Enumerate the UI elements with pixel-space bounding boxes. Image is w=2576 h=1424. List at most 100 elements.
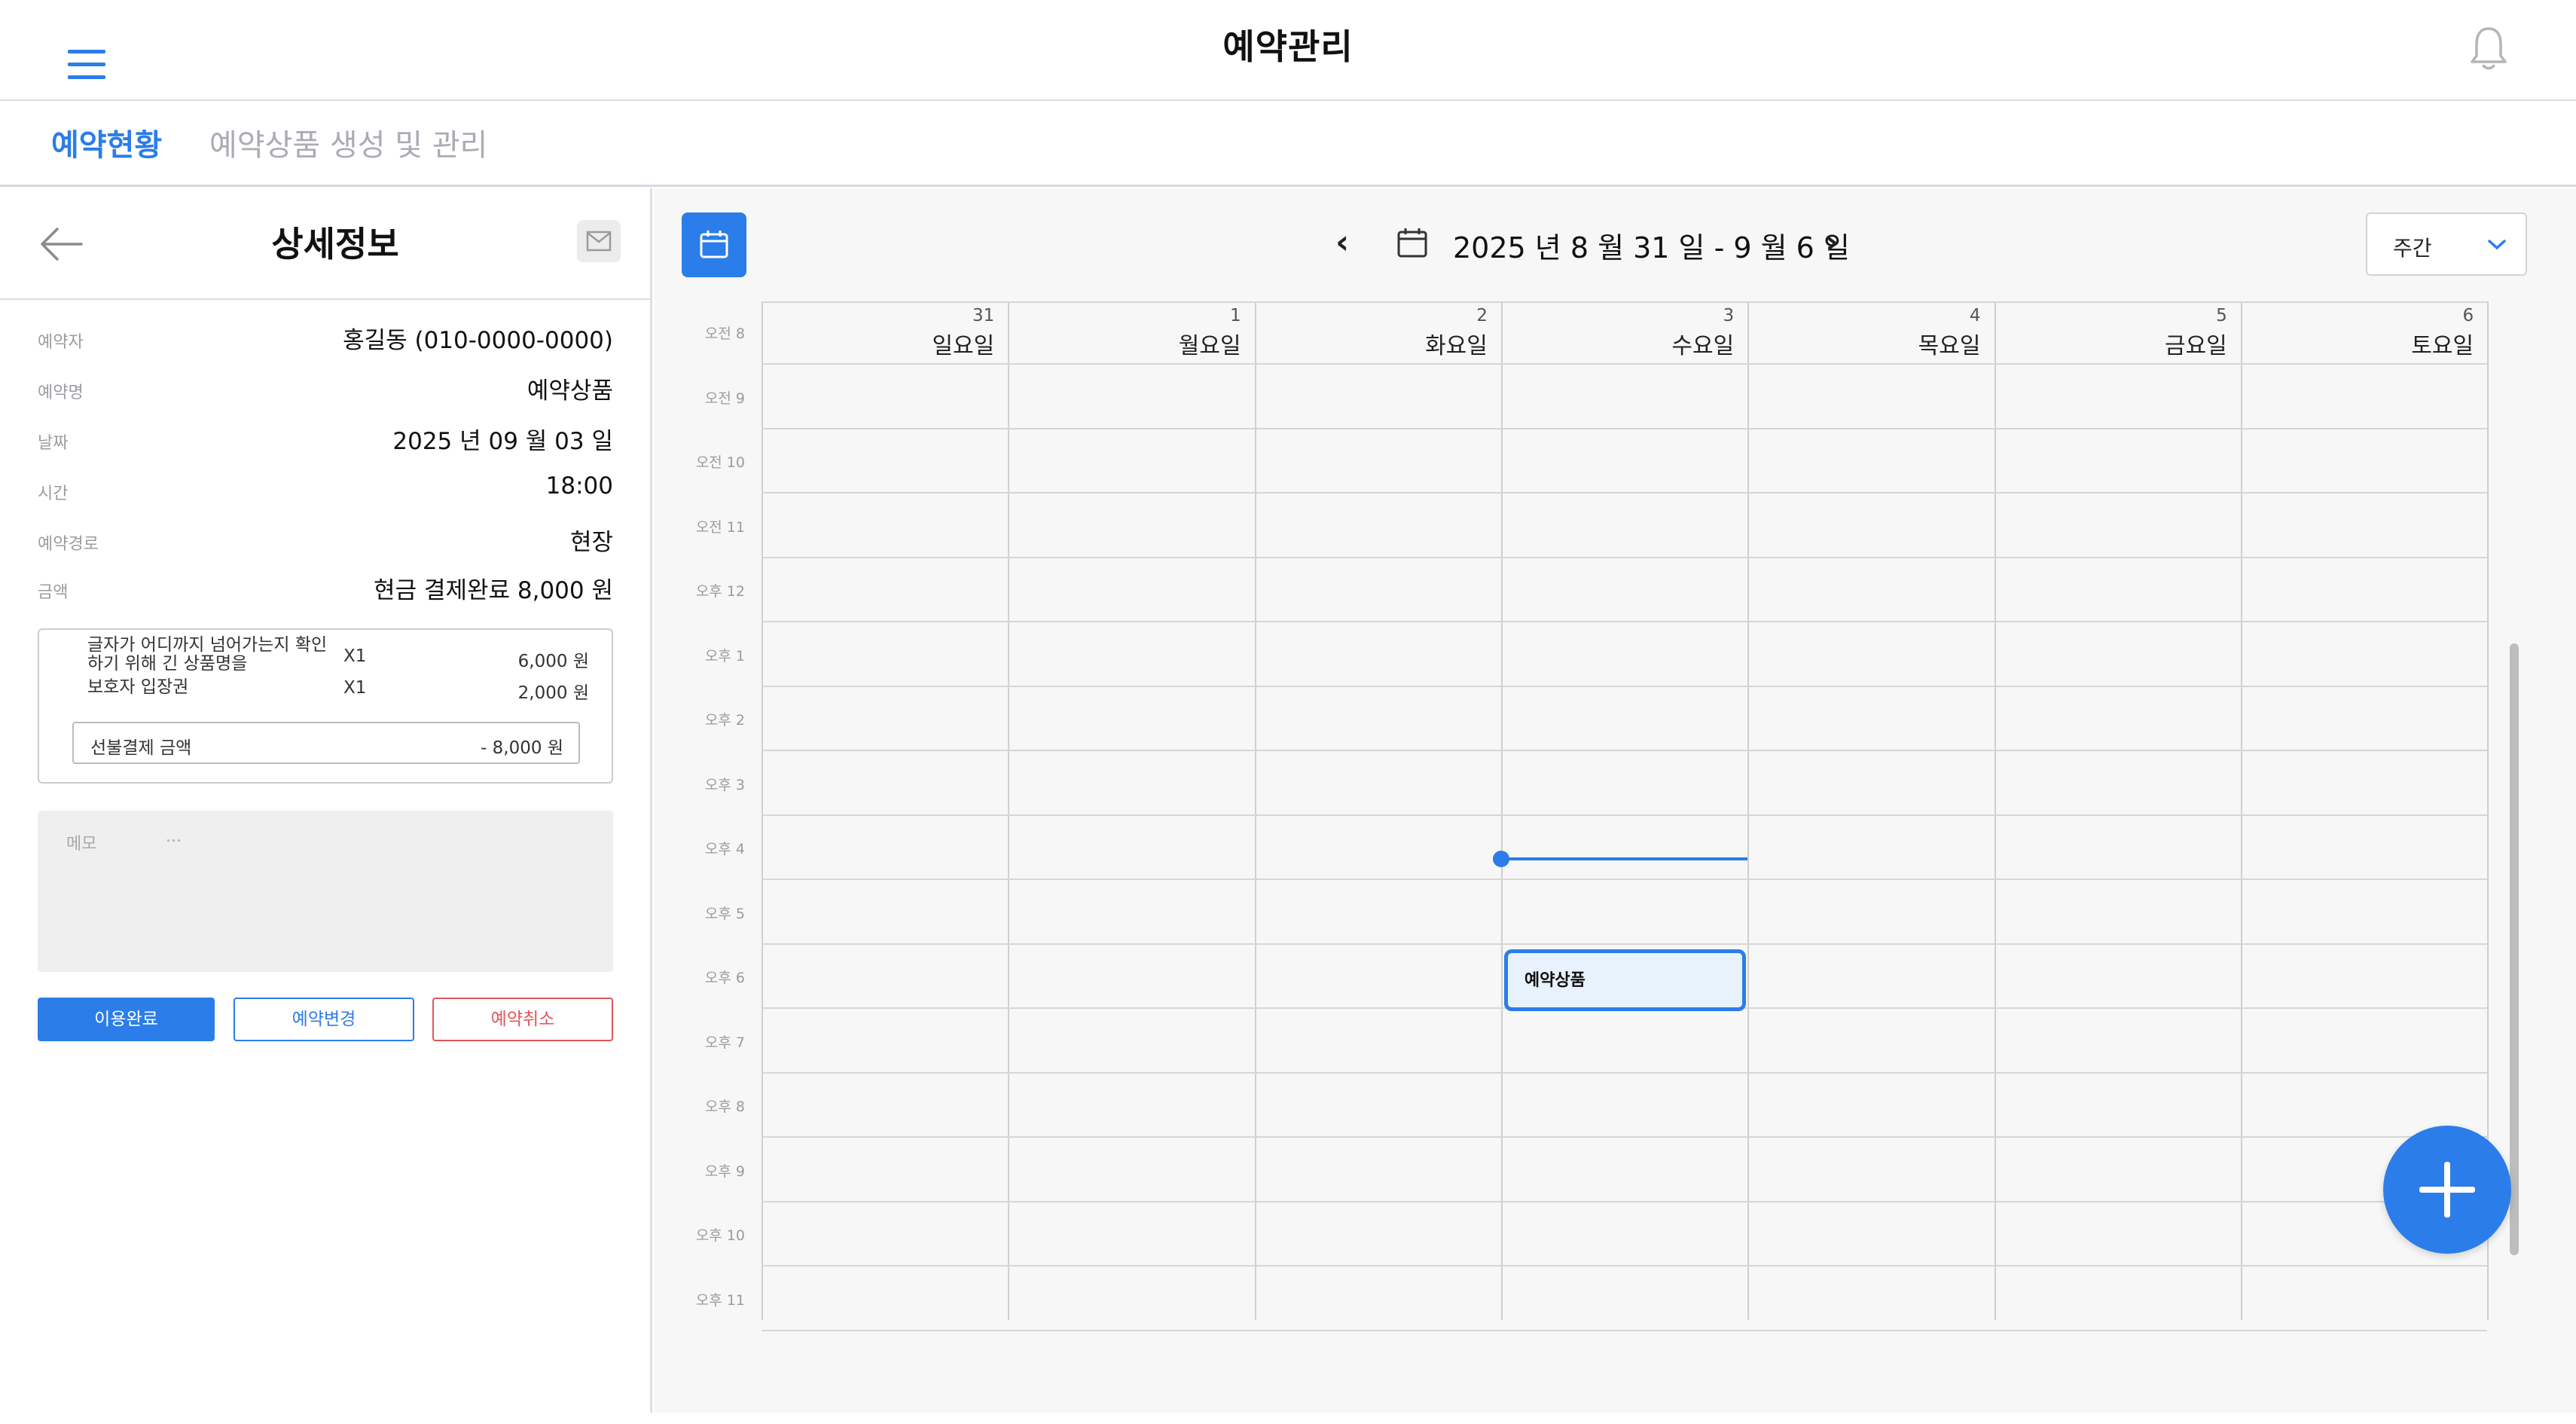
grid-row-line [762,750,2487,751]
info-value: 18:00 [545,472,613,500]
view-mode-select[interactable]: 주간 [2366,212,2527,276]
grid-row-line [762,1265,2487,1267]
tab-product-management[interactable]: 예약상품 생성 및 관리 [209,121,487,164]
time-label: 오후 2 [704,712,745,729]
info-label: 시간 [38,484,69,503]
day-number: 5 [2216,306,2227,325]
scrollbar-thumb[interactable] [2510,643,2519,1255]
week-range[interactable]: 2025 년 8 월 31 일 - 9 월 6 일 [1453,225,1850,266]
memo-hint: ... [166,827,182,846]
bell-icon[interactable] [2468,26,2510,72]
info-value: 예약상품 [526,377,613,405]
grid-row-line [762,943,2487,945]
day-header[interactable]: 1 월요일 [1008,301,1254,363]
next-week-button[interactable]: › [1825,223,1839,261]
day-header[interactable]: 4 목요일 [1747,301,1994,363]
grid-row-line [762,814,2487,816]
day-header[interactable]: 6 토요일 [2241,301,2487,363]
change-reservation-button[interactable]: 예약변경 [233,998,414,1041]
info-row-channel: 예약경로 현장 [38,523,613,556]
time-label: 오후 5 [704,905,745,922]
info-row-date: 날짜 2025 년 09 월 03 일 [38,422,613,455]
time-label: 오후 8 [704,1099,745,1115]
complete-button[interactable]: 이용완료 [38,998,215,1041]
memo-placeholder: 메모 [66,835,97,854]
calendar-panel: ‹ 2025 년 8 월 31 일 - 9 월 6 일 › 주간 31 일요일 1 월… [655,188,2576,1413]
info-row-booker: 예약자 홍길동 (010-0000-0000) [38,321,613,354]
page-title: 예약관리 [1222,26,1354,67]
order-items-box: 글자가 어디까지 넘어가는지 확인하기 위해 긴 상품명을 X1 6,000 원… [38,628,613,784]
item-name: 글자가 어디까지 넘어가는지 확인하기 위해 긴 상품명을 [87,635,328,674]
event-title: 예약상품 [1524,971,1586,991]
week-grid: 31 일요일 1 월요일 2 화요일 3 수요일 4 목요일 5 금요일 6 토요일 오전 8 오전 9 오전 … [655,301,2530,1364]
info-value: 현장 [569,529,613,556]
day-number: 4 [1969,306,1981,325]
calendar-icon[interactable] [1396,226,1429,259]
calendar-icon [700,231,728,258]
grid-column-line [1008,301,1010,1320]
grid-column-line [2240,301,2242,1320]
grid-row-line [762,427,2487,429]
grid-row-line [762,363,2487,365]
item-price: 2,000 원 [517,683,589,703]
info-label: 날짜 [38,434,69,453]
info-value: 2025 년 09 월 03 일 [392,428,613,455]
day-name: 화요일 [1425,333,1488,359]
day-header[interactable]: 31 일요일 [762,301,1008,363]
grid-row-line [762,879,2487,880]
calendar-toggle-button[interactable] [682,212,746,277]
grid-row-line [762,556,2487,558]
memo-field[interactable]: 메모 ... [38,811,613,972]
time-label: 오후 10 [695,1227,745,1244]
day-header[interactable]: 2 화요일 [1255,301,1501,363]
time-label: 오후 1 [704,647,745,665]
add-reservation-button[interactable] [2383,1126,2511,1254]
mail-button[interactable] [577,220,621,262]
mail-icon [586,231,612,252]
reservation-event[interactable]: 예약상품 [1503,949,1747,1012]
item-name: 보호자 입장권 [87,677,189,697]
time-label: 오전 10 [695,454,745,471]
day-name: 일요일 [932,333,995,359]
item-price: 6,000 원 [517,652,589,671]
time-label: 오후 4 [704,841,745,857]
previous-week-button[interactable]: ‹ [1335,223,1349,261]
day-header[interactable]: 3 수요일 [1501,301,1747,363]
prepay-value: - 8,000 원 [481,738,563,758]
grid-column-line [1500,301,1503,1320]
info-row-name: 예약명 예약상품 [38,371,613,405]
grid-row-line [762,1136,2487,1138]
grid-column-line [762,301,763,1320]
detail-panel: 상세정보 예약자 홍길동 (010-0000-0000) 예약명 예약상품 날짜… [0,188,652,1413]
time-label: 오전 11 [695,518,745,536]
item-qty: X1 [343,646,367,666]
grid-row-line [762,621,2487,622]
chevron-down-icon [2488,240,2506,250]
grid-row-line [762,685,2487,687]
grid-row-line [762,1071,2487,1074]
grid-column-line [1254,301,1256,1320]
day-number: 31 [972,306,995,325]
day-name: 월요일 [1178,333,1241,359]
cancel-reservation-button[interactable]: 예약취소 [432,998,613,1041]
time-label: 오후 7 [704,1034,745,1051]
time-label: 오후 11 [695,1291,745,1309]
info-value: 현금 결제완료 8,000 원 [374,577,613,604]
info-label: 예약경로 [38,535,99,554]
info-value: 홍길동 (010-0000-0000) [343,327,613,354]
prepay-amount-row: 선불결제 금액 - 8,000 원 [72,722,580,764]
item-qty: X1 [343,678,367,698]
grid-column-line [1994,301,1996,1320]
time-label: 오후 12 [695,583,745,600]
day-header[interactable]: 5 금요일 [1995,301,2241,363]
grid-row-line [762,492,2487,494]
day-number: 2 [1476,306,1488,325]
info-row-time: 시간 18:00 [38,472,613,503]
grid-row-line [762,1200,2487,1202]
tab-reservation-status[interactable]: 예약현황 [51,121,162,164]
grid-row-line [762,301,2487,303]
day-name: 금요일 [2164,333,2227,359]
grid-column-line [1747,301,1750,1320]
day-number: 6 [2462,306,2474,325]
info-row-amount: 금액 현금 결제완료 8,000 원 [38,571,613,604]
